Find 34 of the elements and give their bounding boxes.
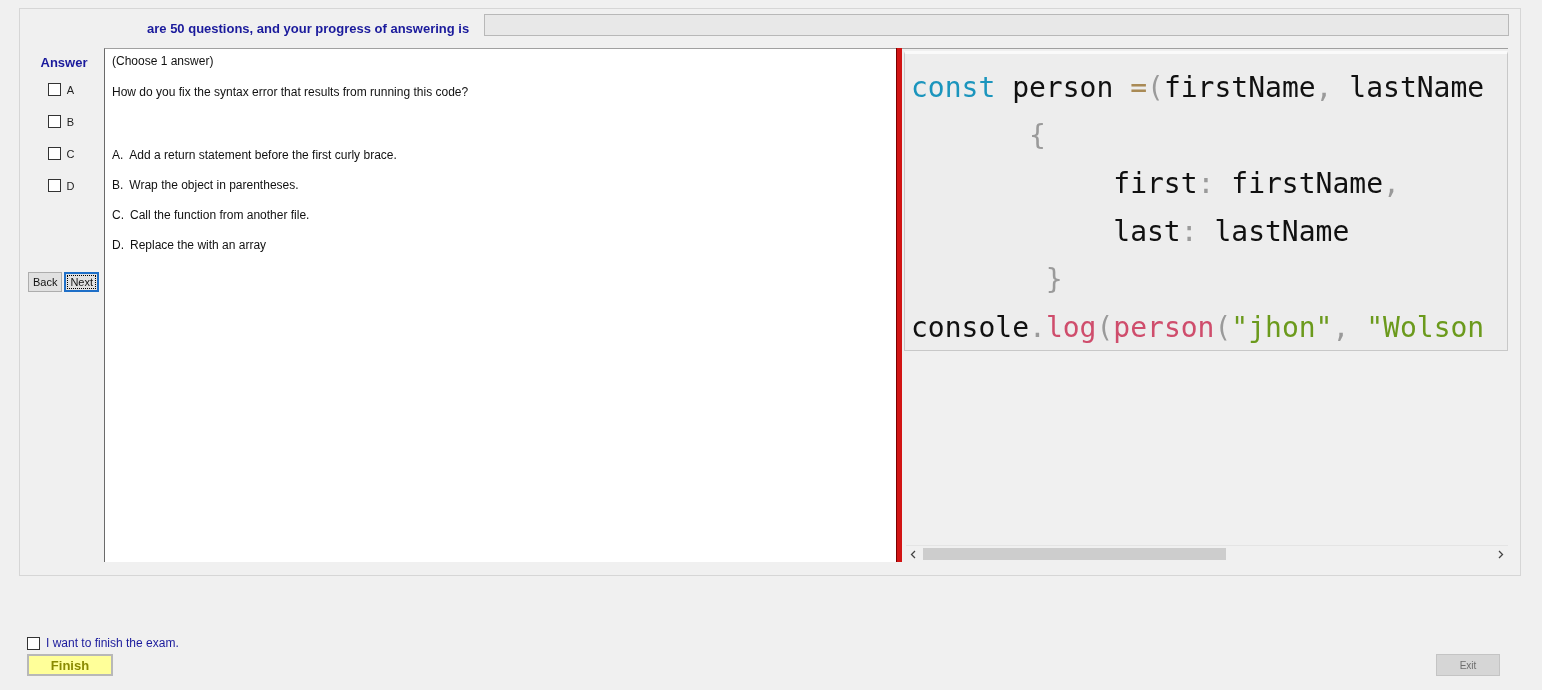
choice-letter: D. [112,238,124,252]
finish-checkbox-label[interactable]: I want to finish the exam. [46,636,179,650]
nav-button[interactable]: Back [27,272,63,292]
choice-letter: B. [112,178,124,192]
option-label: B [66,115,75,128]
option-label: C [66,147,75,160]
checkbox[interactable] [47,179,61,192]
code-line: console.log(person("jhon", "Wolson [910,310,1486,346]
code-line: const person =(firstName, lastName [910,70,1486,106]
choice-letter: C. [112,208,124,222]
code-line: last: lastName [1112,214,1351,250]
choice-text: Call the function from another file. [130,208,310,222]
code-line: } [1044,262,1064,298]
scroll-left-icon[interactable] [909,549,918,559]
choice-text: Wrap the object in parentheses. [129,178,299,192]
scroll-right-icon[interactable] [1496,549,1505,559]
finish-button[interactable]: Finish [27,654,113,676]
checkbox[interactable] [47,83,61,96]
checkbox[interactable] [47,115,61,128]
code-line: { [1028,118,1047,154]
checkbox[interactable] [27,636,40,650]
choice-text: Replace the with an array [130,238,267,252]
question-text: How do you fix the syntax error that results from running this code? [112,85,470,99]
answer-heading: Answer [40,55,88,70]
choice-text: Add a return statement before the first curly brace. [129,148,397,162]
choice-letter: A. [112,148,124,162]
checkbox[interactable] [47,147,61,160]
progress-label: are 50 questions, and your progress of answering is [147,21,470,36]
nav-button[interactable]: Next [64,272,100,292]
scroll-thumb[interactable] [923,548,1227,560]
code-line: first: firstName, [1112,166,1401,202]
instruction-text: (Choose 1 answer) [112,54,215,68]
option-label: D [66,179,75,192]
option-label: A [66,83,75,96]
